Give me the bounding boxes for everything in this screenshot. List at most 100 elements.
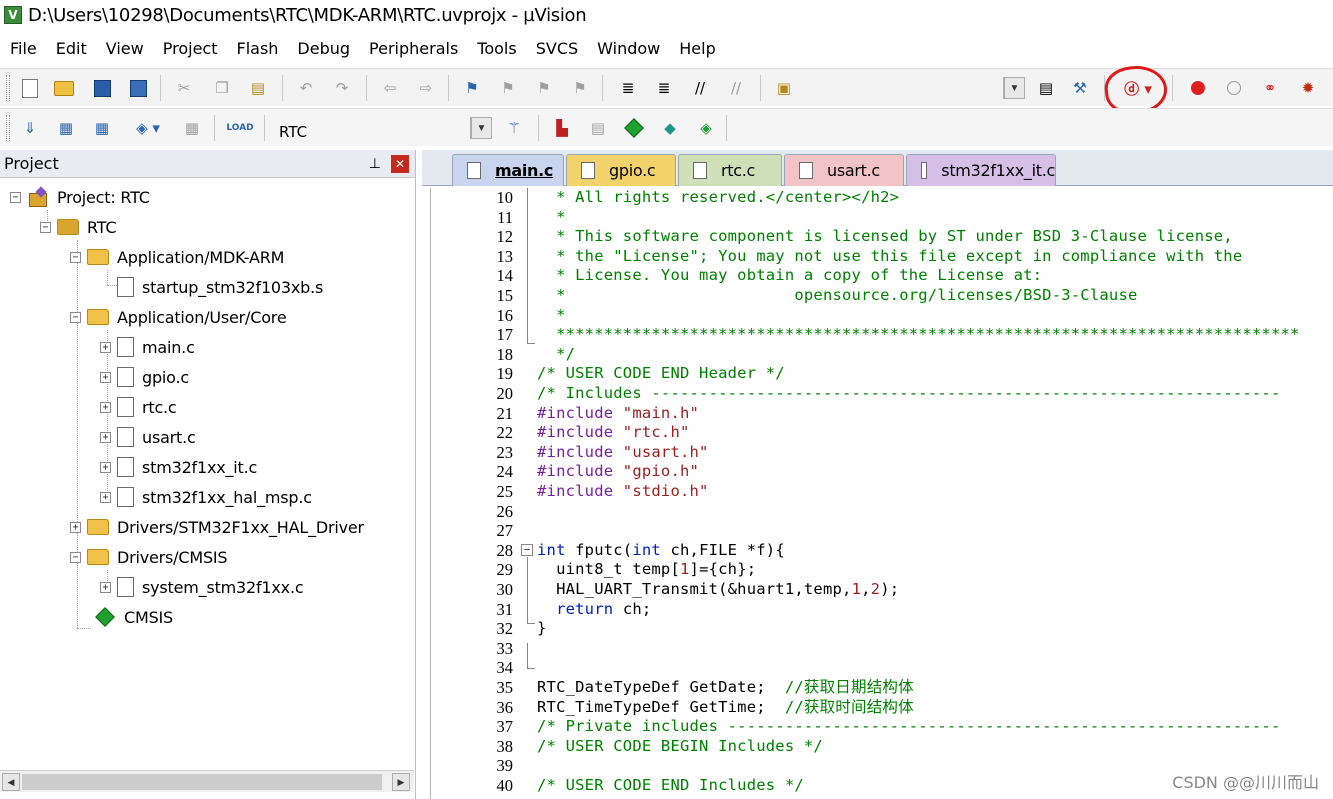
nav-forward-button[interactable]: ⇨ — [414, 77, 438, 99]
code-line[interactable]: 38 /* USER CODE BEGIN Includes */ — [431, 737, 1333, 757]
collapse-icon[interactable]: − — [40, 221, 51, 233]
menu-tools[interactable]: Tools — [477, 39, 516, 58]
code-line[interactable]: 15 * opensource.org/licenses/BSD-3-Claus… — [431, 286, 1333, 306]
collapse-icon[interactable]: − — [70, 311, 81, 323]
incremental-find-button[interactable]: ▤ — [1034, 77, 1058, 99]
expand-icon[interactable]: + — [100, 401, 111, 413]
code-line[interactable]: 32} — [431, 619, 1333, 639]
code-line[interactable]: 22 #include "rtc.h" — [431, 423, 1333, 443]
close-icon[interactable]: ✕ — [391, 155, 409, 173]
code-line[interactable]: 12 * This software component is licensed… — [431, 227, 1333, 247]
menu-window[interactable]: Window — [597, 39, 660, 58]
menu-svcs[interactable]: SVCS — [536, 39, 578, 58]
comment-button[interactable]: // — [688, 77, 712, 99]
bookmark-clear-button[interactable]: ⚑ — [568, 77, 592, 99]
tree-node-file[interactable]: startup_stm32f103xb.s — [100, 272, 323, 302]
code-editor[interactable]: 10 * All rights reserved.</center></h2> 1… — [430, 188, 1333, 799]
chevron-down-icon[interactable]: ▼ — [471, 118, 491, 138]
batch-build-button[interactable]: ◈ ▾ — [126, 117, 170, 139]
target-combo[interactable]: ▼ — [470, 117, 492, 139]
unindent-button[interactable]: ≣ — [652, 77, 676, 99]
pin-icon[interactable]: ⊥ — [369, 155, 381, 172]
undo-button[interactable]: ↶ — [294, 77, 318, 99]
code-line[interactable]: 18 */ — [431, 345, 1333, 365]
copy-button[interactable]: ❐ — [210, 77, 234, 99]
stop-build-button[interactable]: ▦ — [180, 117, 204, 139]
expand-icon[interactable]: + — [100, 371, 111, 383]
menu-view[interactable]: View — [106, 39, 144, 58]
tree-node-file[interactable]: + usart.c — [100, 422, 196, 452]
collapse-icon[interactable]: − — [10, 191, 21, 203]
expand-icon[interactable]: + — [100, 341, 111, 353]
open-file-button[interactable] — [52, 77, 76, 99]
tree-node-target[interactable]: − RTC — [40, 212, 117, 242]
menu-debug[interactable]: Debug — [297, 39, 350, 58]
save-all-button[interactable] — [126, 77, 150, 99]
scroll-left-icon[interactable]: ◀ — [2, 773, 20, 791]
tree-node-file[interactable]: + stm32f1xx_hal_msp.c — [100, 482, 312, 512]
code-line[interactable]: 28− int fputc(int ch,FILE *f){ — [431, 541, 1333, 561]
menu-file[interactable]: File — [10, 39, 37, 58]
code-line[interactable]: 27 — [431, 521, 1333, 541]
chevron-down-icon[interactable]: ▼ — [1004, 78, 1024, 98]
code-line[interactable]: 26 — [431, 502, 1333, 522]
tree-node-group[interactable]: − Application/User/Core — [70, 302, 287, 332]
rebuild-button[interactable]: ▦ — [90, 117, 114, 139]
tree-node-project[interactable]: − Project: RTC — [10, 182, 150, 212]
find-in-files-button[interactable]: ▣ — [772, 77, 796, 99]
code-line[interactable]: 21 #include "main.h" — [431, 404, 1333, 424]
code-line[interactable]: 17 *************************************… — [431, 325, 1333, 345]
menu-peripherals[interactable]: Peripherals — [369, 39, 458, 58]
code-line[interactable]: 20 /* Includes --------------------------… — [431, 384, 1333, 404]
paste-button[interactable]: ▤ — [246, 77, 270, 99]
code-line[interactable]: 33 — [431, 639, 1333, 659]
toolbar-grip[interactable] — [6, 115, 10, 141]
expand-icon[interactable]: + — [100, 581, 111, 593]
select-packs-button[interactable]: ▤ — [586, 117, 610, 139]
code-line[interactable]: 13 * the "License"; You may not use this… — [431, 247, 1333, 267]
collapse-icon[interactable]: − — [70, 551, 81, 563]
fold-toggle-icon[interactable]: − — [521, 543, 533, 556]
code-line[interactable]: 16 * — [431, 306, 1333, 326]
tree-node-file[interactable]: + rtc.c — [100, 392, 177, 422]
toolbar-grip[interactable] — [6, 75, 10, 101]
expand-icon[interactable]: + — [100, 491, 111, 503]
code-line[interactable]: 37 /* Private includes ------------------… — [431, 717, 1333, 737]
code-line[interactable]: 11 * — [431, 208, 1333, 228]
code-line[interactable]: 35 RTC_DateTypeDef GetDate; //获取日期结构体 — [431, 678, 1333, 698]
enable-breakpoint-button[interactable] — [1222, 77, 1246, 99]
translate-button[interactable]: ⇓ — [18, 117, 42, 139]
manage-rte-button[interactable] — [622, 117, 646, 139]
target-options-button[interactable]: ⚚ — [502, 117, 526, 139]
debug-restriction-button[interactable]: ⚒ — [1068, 77, 1092, 99]
scroll-right-icon[interactable]: ▶ — [392, 773, 410, 791]
new-file-button[interactable] — [18, 77, 42, 99]
save-button[interactable] — [90, 77, 114, 99]
kill-all-breakpoints-button[interactable]: ✹ — [1296, 77, 1320, 99]
code-line[interactable]: 31 return ch; — [431, 600, 1333, 620]
expand-icon[interactable]: + — [70, 521, 81, 533]
manage-project-items-button[interactable]: ▙ — [550, 117, 574, 139]
scroll-thumb[interactable] — [22, 774, 382, 790]
tree-node-group[interactable]: + Drivers/STM32F1xx_HAL_Driver — [70, 512, 364, 542]
build-button[interactable]: ▦ — [54, 117, 78, 139]
tab-rtc-c[interactable]: rtc.c — [678, 154, 782, 186]
nav-back-button[interactable]: ⇦ — [378, 77, 402, 99]
menu-project[interactable]: Project — [163, 39, 218, 58]
code-line[interactable]: 14 * License. You may obtain a copy of t… — [431, 266, 1333, 286]
menu-help[interactable]: Help — [679, 39, 715, 58]
tree-node-group[interactable]: − Application/MDK-ARM — [70, 242, 284, 272]
horizontal-scrollbar[interactable]: ◀ ▶ — [0, 770, 414, 792]
code-line[interactable]: 34 — [431, 658, 1333, 678]
code-line[interactable]: 25 #include "stdio.h" — [431, 482, 1333, 502]
expand-icon[interactable]: + — [100, 461, 111, 473]
event-recorder-button[interactable]: ◈ — [694, 117, 718, 139]
uncomment-button[interactable]: // — [724, 77, 748, 99]
bookmark-toggle-button[interactable]: ⚑ — [460, 77, 484, 99]
tab-stm32f1xx-it-c[interactable]: stm32f1xx_it.c — [906, 154, 1056, 186]
tree-node-group[interactable]: − Drivers/CMSIS — [70, 542, 228, 572]
target-select-label[interactable]: RTC — [279, 123, 307, 141]
code-line[interactable]: 19 /* USER CODE END Header */ — [431, 364, 1333, 384]
find-combo[interactable]: ▼ — [1003, 77, 1025, 99]
disable-all-breakpoints-button[interactable]: ⚭ — [1258, 77, 1282, 99]
